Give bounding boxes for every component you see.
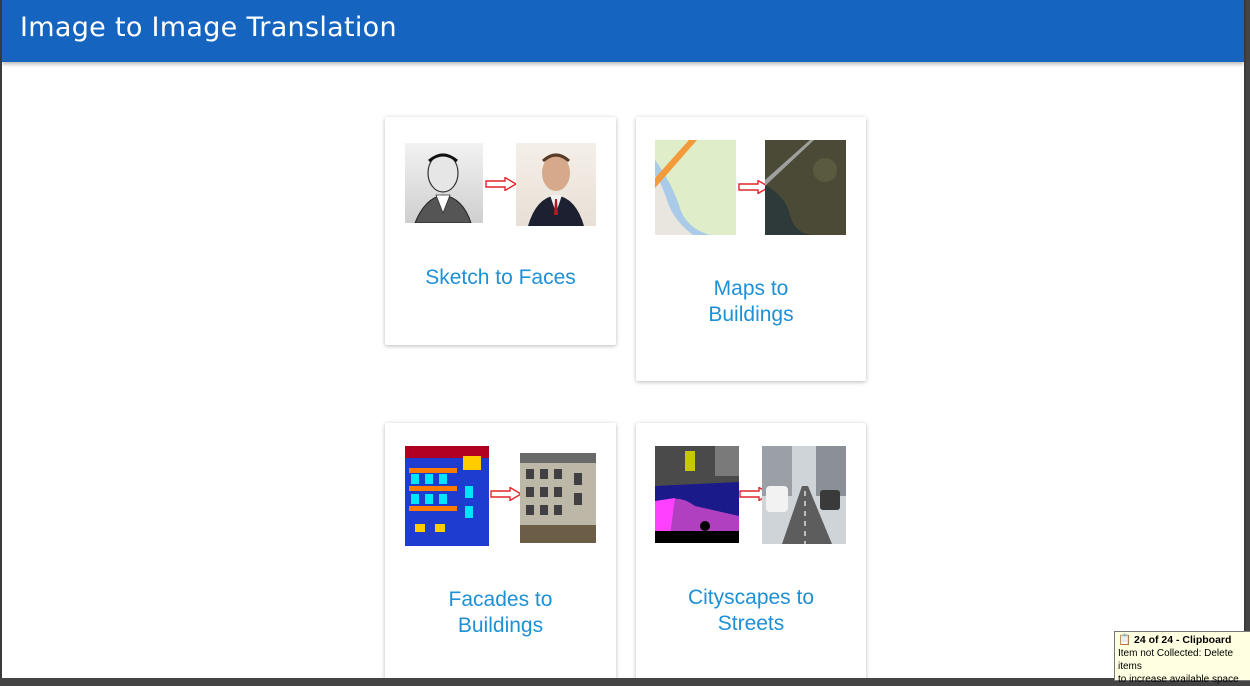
- satellite-icon: [765, 140, 846, 235]
- card-maps-to-buildings[interactable]: Maps to Buildings: [636, 117, 866, 381]
- map-image: [655, 140, 736, 235]
- facade-label-image: [405, 446, 489, 546]
- app-header: Image to Image Translation: [2, 0, 1244, 62]
- arrow-right-icon: [490, 487, 522, 501]
- card-label: Cityscapes to Streets: [687, 586, 815, 635]
- street-photo: [762, 446, 846, 544]
- sketch-image: [405, 143, 483, 223]
- arrow-right-icon: [485, 177, 517, 191]
- card-label: Maps to Buildings: [708, 277, 794, 326]
- page-title: Image to Image Translation: [20, 12, 397, 43]
- map-icon: [655, 140, 715, 235]
- facade-segmentation-icon: [405, 446, 489, 546]
- building-photo-icon: [520, 453, 596, 543]
- card-label: Facades to Buildings: [448, 588, 553, 637]
- cityscape-segmentation-icon: [655, 446, 739, 543]
- card-label: Sketch to Faces: [425, 266, 576, 289]
- street-photo-icon: [762, 446, 846, 544]
- card-facades-to-buildings[interactable]: Facades to Buildings: [385, 423, 616, 678]
- card-sketch-to-faces[interactable]: Sketch to Faces: [385, 117, 616, 345]
- clipboard-icon: 📋: [1118, 634, 1132, 646]
- clipboard-line-2: to increase available space: [1118, 674, 1239, 685]
- app-window: Image to Image Translation Sketch to Fac: [0, 0, 1246, 678]
- building-photo: [520, 453, 596, 543]
- clipboard-title: 24 of 24 - Clipboard: [1134, 634, 1232, 646]
- face-photo: [516, 143, 596, 226]
- clipboard-line-1: Item not Collected: Delete items: [1118, 648, 1234, 672]
- sketch-face-icon: [414, 153, 472, 223]
- face-photo-icon: [528, 153, 584, 226]
- clipboard-notification[interactable]: 📋 24 of 24 - Clipboard Item not Collecte…: [1114, 631, 1250, 685]
- card-cityscapes-to-streets[interactable]: Cityscapes to Streets: [636, 423, 866, 678]
- cityscape-label-image: [655, 446, 739, 543]
- satellite-image: [765, 140, 846, 235]
